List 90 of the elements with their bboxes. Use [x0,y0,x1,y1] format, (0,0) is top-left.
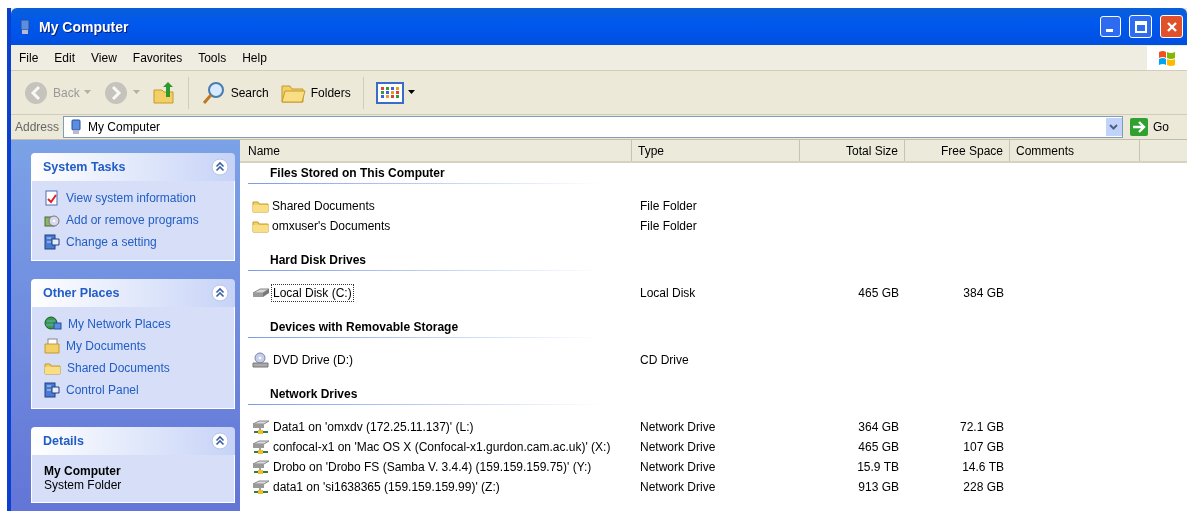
hard-drive-icon [252,287,270,299]
search-icon [200,79,227,106]
file-name[interactable]: DVD Drive (D:) [271,351,355,369]
free-space-cell-text: 72.1 GB [958,420,1005,434]
group-heading: Hard Disk Drives [248,250,600,271]
task-link[interactable]: Change a setting [44,234,226,250]
task-link[interactable]: My Documents [44,338,226,354]
task-link[interactable]: Control Panel [44,382,226,398]
group-heading: Files Stored on This Computer [248,163,600,184]
column-header[interactable]: Total Size [800,140,905,161]
folders-button[interactable]: Folders [276,79,355,106]
details-name: My Computer [44,464,122,478]
maximize-button[interactable] [1129,15,1152,38]
panel-header[interactable]: Other Places [31,279,235,307]
column-header[interactable]: Type [632,140,800,161]
type-cell-text: CD Drive [639,353,690,367]
free-space-cell-text: 228 GB [962,480,1005,494]
task-link[interactable]: Shared Documents [44,360,226,376]
go-arrow-icon [1129,117,1149,137]
group-heading: Devices with Removable Storage [248,317,600,338]
column-header[interactable]: Comments [1010,140,1140,161]
column-header[interactable]: Name [240,140,632,161]
panel-icon [44,234,60,250]
network-drive-icon [252,479,270,495]
globe-monitor-icon [44,316,62,332]
type-cell-text: File Folder [639,219,698,233]
free-space-cell-text: 107 GB [962,440,1005,454]
view-grid-icon [375,81,404,104]
disc-drive-icon [252,352,270,368]
file-name[interactable]: omxuser's Documents [270,217,393,235]
type-cell-text: Network Drive [639,420,717,434]
caret-icon [83,90,91,95]
panel-header[interactable]: System Tasks [31,153,235,181]
details-description: System Folder [44,478,123,492]
free-space-cell-text: 384 GB [962,286,1005,300]
search-button[interactable]: Search [196,77,273,108]
computer-icon [17,18,33,35]
network-drive-icon [252,459,270,475]
type-cell-text: Network Drive [639,440,717,454]
menu-item[interactable]: Edit [46,50,84,65]
maximize-icon [1134,20,1147,33]
document-check-icon [44,190,60,206]
type-cell-text: Network Drive [639,460,717,474]
go-button[interactable]: Go [1127,117,1183,137]
file-name[interactable]: confocal-x1 on 'Mac OS X (Confocal-x1.gurdon.cam.ac.uk)' (X:) [271,438,613,456]
type-cell-text: File Folder [639,199,698,213]
size-cell-text: 465 GB [857,286,900,300]
file-name[interactable]: Data1 on 'omxdv (172.25.11.137)' (L:) [271,418,476,436]
folder-icon [44,361,61,375]
network-drive-icon [252,439,270,455]
size-cell-text: 913 GB [857,480,900,494]
size-cell-text: 364 GB [857,420,900,434]
type-cell-text: Network Drive [639,480,717,494]
menu-item[interactable]: Help [234,50,275,65]
size-cell-text: 15.9 TB [856,460,900,474]
window-title: My Computer [39,18,130,35]
close-button[interactable] [1160,15,1183,38]
file-name[interactable]: Drobo on 'Drobo FS (Samba V. 3.4.4) (159.159.159.75)' (Y:) [271,458,594,476]
task-link[interactable]: View system information [44,190,226,206]
address-field[interactable]: My Computer [63,116,1123,138]
address-label: Address [15,120,60,134]
caret-icon [407,90,415,95]
disc-box-icon [44,212,60,228]
folder-icon [252,199,269,213]
file-name[interactable]: Local Disk (C:) [271,284,354,302]
file-name[interactable]: data1 on 'si1638365 (159.159.159.99)' (Z:) [271,478,502,496]
task-link[interactable]: My Network Places [44,316,226,332]
chevron-down-icon [1109,124,1119,130]
free-space-cell-text: 14.6 TB [961,460,1005,474]
folder-up-arrow-icon [151,80,176,105]
menu-item[interactable]: Tools [190,50,235,65]
menu-item[interactable]: View [83,50,125,65]
folder-document-icon [44,338,60,354]
network-drive-icon [252,419,270,435]
column-header[interactable]: Free Space [905,140,1010,161]
type-cell-text: Local Disk [639,286,697,300]
panel-icon [44,382,60,398]
folder-icon [252,219,269,233]
menu-item[interactable]: File [11,50,47,65]
file-name[interactable]: Shared Documents [270,197,377,215]
group-heading: Network Drives [248,384,600,405]
panel-header[interactable]: Details [31,427,235,455]
minimize-icon [1106,29,1113,32]
close-icon [1165,20,1178,33]
size-cell-text: 465 GB [857,440,900,454]
minimize-button[interactable] [1100,16,1121,37]
menu-item[interactable]: Favorites [124,50,191,65]
caret-icon [132,90,140,95]
dropdown-button[interactable] [1106,118,1122,136]
task-link[interactable]: Add or remove programs [44,212,226,228]
